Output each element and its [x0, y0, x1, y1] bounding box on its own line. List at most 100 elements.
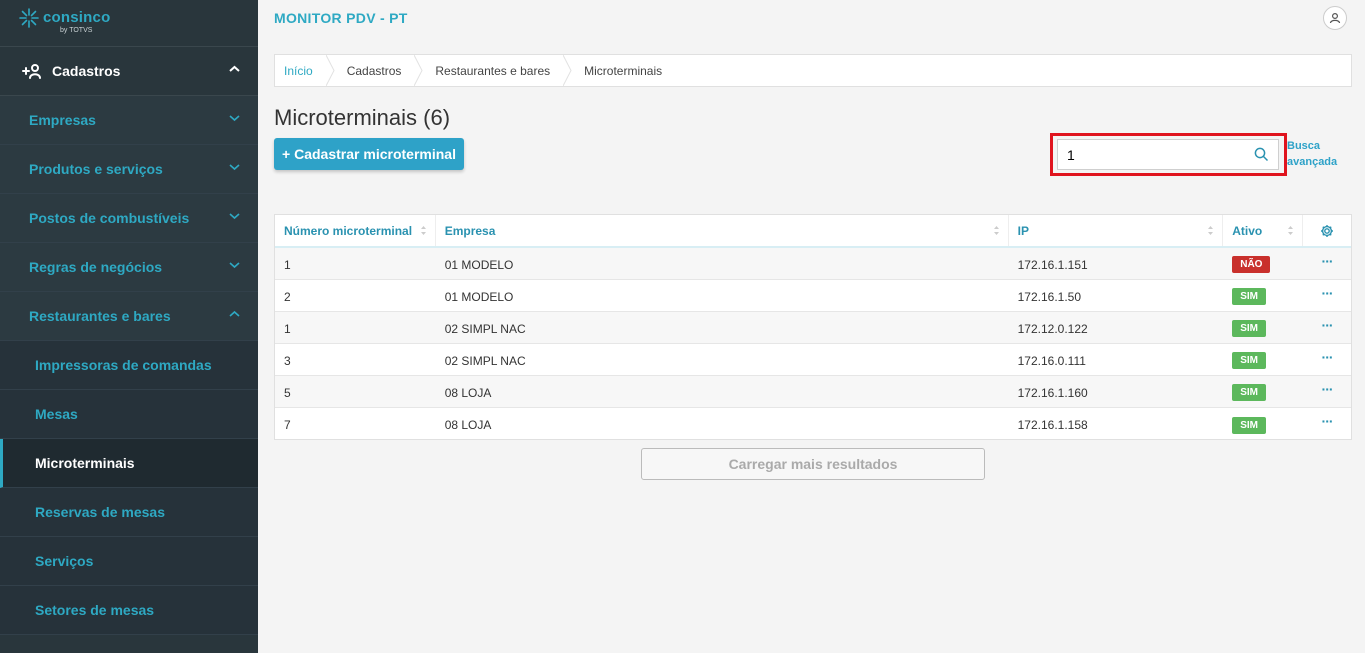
add-user-icon	[22, 64, 41, 79]
status-badge: SIM	[1232, 288, 1267, 305]
add-microterminal-button[interactable]: + Cadastrar microterminal	[274, 138, 464, 170]
breadcrumb-current: Microterminais	[584, 63, 663, 78]
sidebar-item-label: Empresas	[29, 112, 96, 128]
more-icon: ···	[1321, 316, 1334, 333]
advanced-search-line1: Busca	[1287, 140, 1321, 152]
chevron-down-icon	[229, 115, 240, 122]
row-actions[interactable]: ···	[1303, 280, 1351, 311]
sidebar-item-label: Restaurantes e bares	[29, 308, 171, 324]
row-actions[interactable]: ···	[1303, 248, 1351, 279]
more-icon: ···	[1321, 380, 1334, 397]
sidebar-subitem-label: Reservas de mesas	[35, 504, 165, 520]
more-icon: ···	[1321, 348, 1334, 365]
cell-numero: 3	[284, 353, 291, 368]
cell-empresa: 02 SIMPL NAC	[444, 353, 526, 368]
sidebar-subitem-mesas[interactable]: Mesas	[0, 390, 258, 439]
sidebar-subitem-label: Impressoras de comandas	[35, 357, 212, 373]
breadcrumb-link-cadastros[interactable]: Cadastros	[335, 55, 415, 86]
page-title: Microterminais (6)	[274, 105, 451, 130]
user-menu-button[interactable]	[1323, 6, 1347, 30]
row-actions[interactable]: ···	[1303, 344, 1351, 375]
cell-numero: 7	[284, 418, 291, 432]
table-row[interactable]: 5 08 LOJA 172.16.1.160 SIM ···	[275, 376, 1351, 408]
sidebar-subitem-servicos[interactable]: Serviços	[0, 537, 258, 586]
column-header-ip[interactable]: IP	[1009, 215, 1224, 246]
cell-ativo: SIM	[1223, 312, 1303, 343]
breadcrumb-link-restaurantes[interactable]: Restaurantes e bares	[423, 55, 563, 86]
more-icon: ···	[1321, 413, 1334, 429]
sidebar-subitem-label: Serviços	[35, 553, 94, 569]
cell-ativo: NÃO	[1223, 248, 1303, 279]
cell-ativo: SIM	[1223, 408, 1303, 440]
sidebar-item-postos[interactable]: Postos de combustíveis	[0, 194, 258, 243]
search-field[interactable]	[1057, 139, 1279, 170]
sidebar-item-label: Postos de combustíveis	[29, 210, 190, 226]
more-icon: ···	[1321, 252, 1334, 269]
search-input[interactable]	[1067, 146, 1237, 163]
status-badge: SIM	[1232, 320, 1267, 337]
table-row[interactable]: 1 02 SIMPL NAC 172.12.0.122 SIM ···	[275, 312, 1351, 344]
row-actions[interactable]: ···	[1303, 408, 1351, 440]
status-badge: NÃO	[1232, 256, 1271, 273]
sidebar-item-regras[interactable]: Regras de negócios	[0, 243, 258, 292]
cell-empresa: 02 SIMPL NAC	[444, 321, 526, 336]
row-actions[interactable]: ···	[1303, 312, 1351, 343]
breadcrumb-separator	[325, 55, 335, 86]
column-header-label: Empresa	[444, 223, 496, 238]
sidebar-item-restaurantes[interactable]: Restaurantes e bares	[0, 292, 258, 341]
cell-ip: 172.16.0.111	[1017, 353, 1086, 368]
sidebar-subitem-reservas[interactable]: Reservas de mesas	[0, 488, 258, 537]
row-actions[interactable]: ···	[1303, 376, 1351, 407]
cell-empresa: 08 LOJA	[444, 418, 492, 432]
sort-icon	[1288, 226, 1294, 235]
sidebar-item-empresas[interactable]: Empresas	[0, 96, 258, 145]
table-row[interactable]: 3 02 SIMPL NAC 172.16.0.111 SIM ···	[275, 344, 1351, 376]
cell-ativo: SIM	[1223, 280, 1303, 311]
brand-name: consinco	[43, 9, 111, 26]
table-row[interactable]: 1 01 MODELO 172.16.1.151 NÃO ···	[275, 248, 1351, 280]
cell-ip: 172.16.1.151	[1017, 257, 1088, 272]
column-header-label: IP	[1017, 223, 1029, 238]
cell-ip: 172.12.0.122	[1017, 321, 1088, 336]
sidebar-group-cadastros[interactable]: Cadastros	[0, 47, 258, 96]
column-header-numero[interactable]: Número microterminal	[275, 215, 436, 246]
cell-numero: 2	[284, 289, 291, 304]
sidebar: consinco by TOTVS Cadastros Empresas Pro…	[0, 0, 258, 653]
chevron-down-icon	[229, 164, 240, 171]
cell-empresa: 01 MODELO	[444, 257, 514, 272]
cell-numero: 1	[284, 257, 291, 272]
load-more-button[interactable]: Carregar mais resultados	[641, 448, 985, 480]
gear-icon	[1321, 224, 1334, 237]
column-header-label: Ativo	[1232, 223, 1263, 238]
cell-ip: 172.16.1.160	[1017, 385, 1088, 400]
breadcrumb: Início Cadastros Restaurantes e bares Mi…	[274, 54, 1352, 87]
table-row[interactable]: 2 01 MODELO 172.16.1.50 SIM ···	[275, 280, 1351, 312]
more-icon: ···	[1321, 284, 1334, 301]
cell-ativo: SIM	[1223, 344, 1303, 375]
column-settings[interactable]	[1303, 215, 1351, 246]
cell-ativo: SIM	[1223, 376, 1303, 407]
sidebar-subitem-label: Setores de mesas	[35, 602, 155, 618]
sidebar-subitem-impressoras[interactable]: Impressoras de comandas	[0, 341, 258, 390]
microterminals-table: Número microterminal Empresa IP Ativo 1 …	[274, 214, 1352, 440]
advanced-search-link[interactable]: Busca avançada	[1287, 138, 1347, 170]
cell-ip: 172.16.1.158	[1017, 418, 1088, 432]
breadcrumb-separator	[414, 55, 423, 86]
search-icon[interactable]	[1254, 147, 1269, 162]
table-row[interactable]: 7 08 LOJA 172.16.1.158 SIM ···	[275, 408, 1351, 440]
column-header-ativo[interactable]: Ativo	[1223, 215, 1304, 246]
column-header-empresa[interactable]: Empresa	[436, 215, 1009, 246]
table-body: 1 01 MODELO 172.16.1.151 NÃO ··· 2 01 MO…	[275, 248, 1351, 440]
sidebar-item-produtos[interactable]: Produtos e serviços	[0, 145, 258, 194]
breadcrumb-link-inicio[interactable]: Início	[275, 55, 326, 86]
sidebar-subitem-microterminais[interactable]: Microterminais	[0, 439, 258, 488]
logo[interactable]: consinco by TOTVS	[0, 0, 258, 47]
sidebar-subitem-label: Mesas	[35, 406, 78, 422]
logo-icon	[19, 8, 39, 28]
cell-numero: 5	[284, 385, 291, 400]
cell-empresa: 01 MODELO	[444, 289, 514, 304]
sidebar-group-label: Cadastros	[52, 63, 121, 79]
chevron-down-icon	[229, 262, 240, 269]
sidebar-subitem-setores[interactable]: Setores de mesas	[0, 586, 258, 635]
breadcrumb-separator	[563, 55, 572, 86]
